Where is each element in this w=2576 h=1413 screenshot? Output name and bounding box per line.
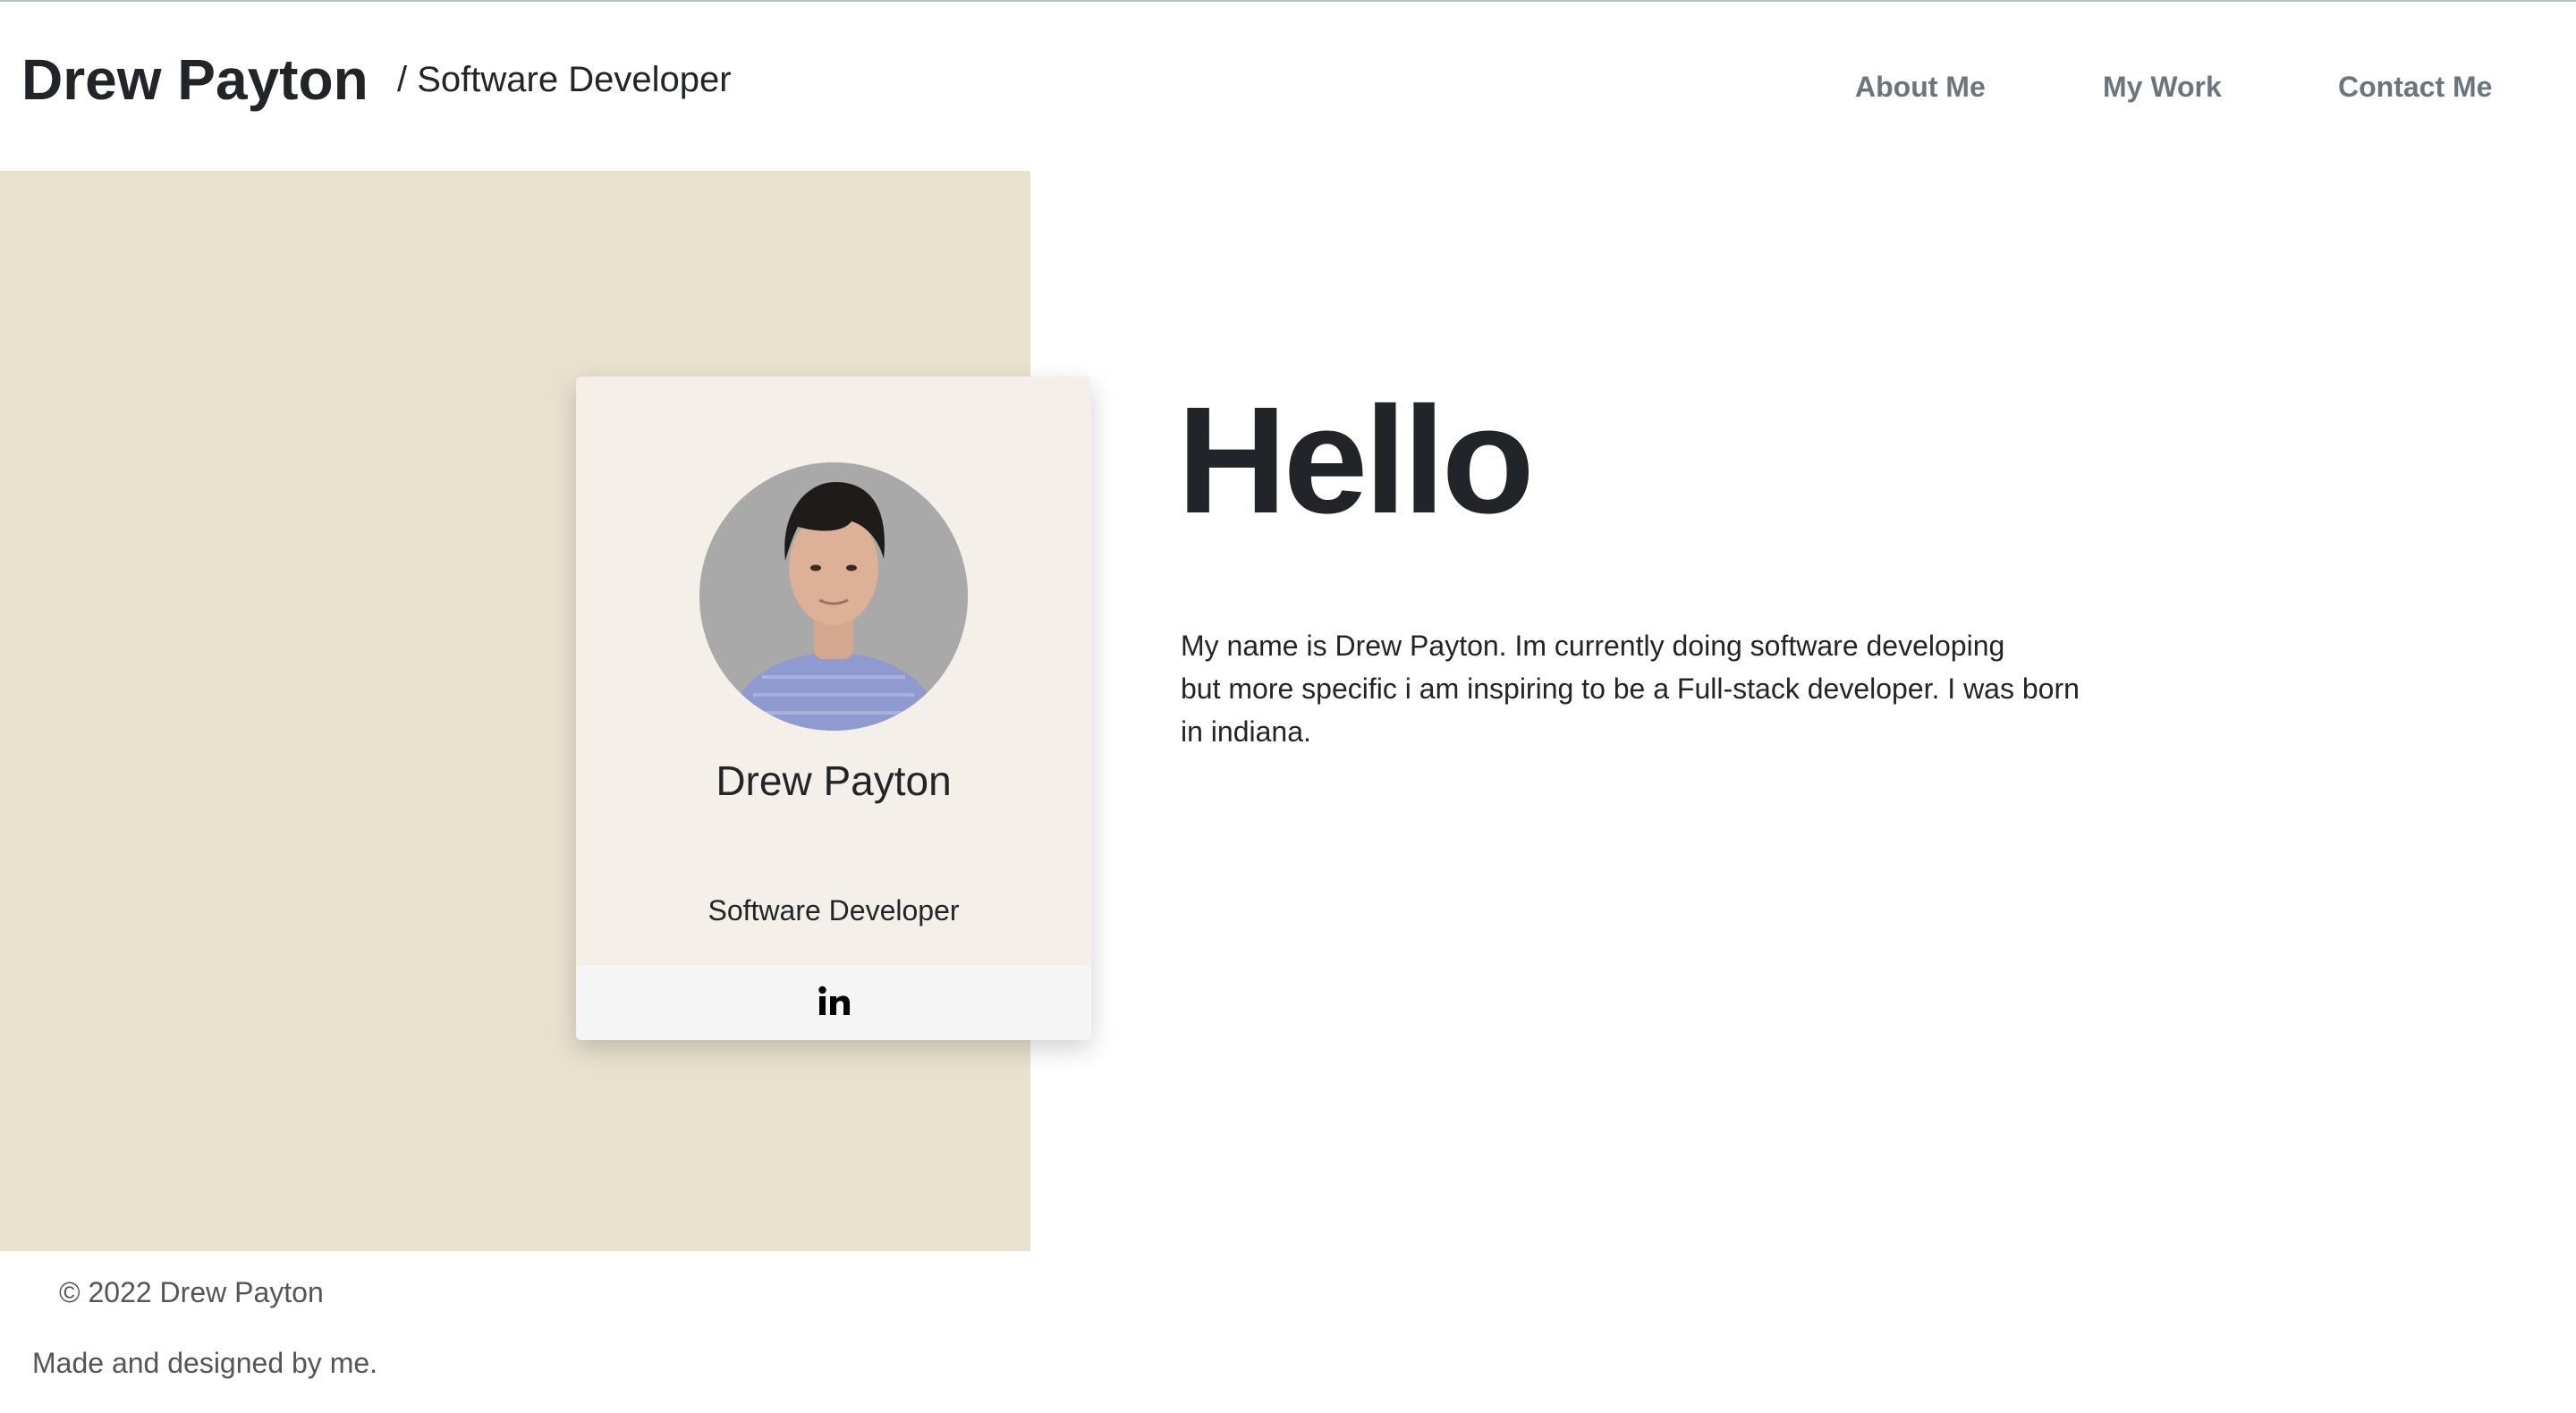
nav-contact-me[interactable]: Contact Me	[2338, 63, 2492, 111]
profile-card: Drew Payton Software Developer	[576, 377, 1091, 1040]
hello-heading: Hello	[1177, 376, 1535, 546]
card-name: Drew Payton	[716, 757, 952, 804]
bio-line: My name is Drew Payton. Im currently doi…	[1181, 630, 2005, 662]
card-role: Software Developer	[708, 894, 960, 926]
nav-about-me[interactable]: About Me	[1855, 63, 1986, 111]
bio-paragraph: My name is Drew Payton. Im currently doi…	[1181, 624, 2129, 753]
site-subtitle: / Software Developer	[397, 60, 732, 99]
bio-line: in indiana.	[1181, 715, 1311, 748]
avatar	[699, 462, 968, 731]
avatar-portrait	[699, 462, 968, 731]
top-border	[0, 0, 2576, 2]
footer-tagline: Made and designed by me.	[32, 1347, 378, 1379]
linkedin-icon[interactable]	[816, 983, 852, 1022]
site-title[interactable]: Drew Payton	[21, 41, 369, 118]
copyright-text: © 2022 Drew Payton	[59, 1276, 324, 1308]
card-social-bar	[576, 964, 1091, 1040]
nav-my-work[interactable]: My Work	[2103, 63, 2222, 111]
bio-line: but more specific i am inspiring to be a…	[1181, 673, 2080, 705]
